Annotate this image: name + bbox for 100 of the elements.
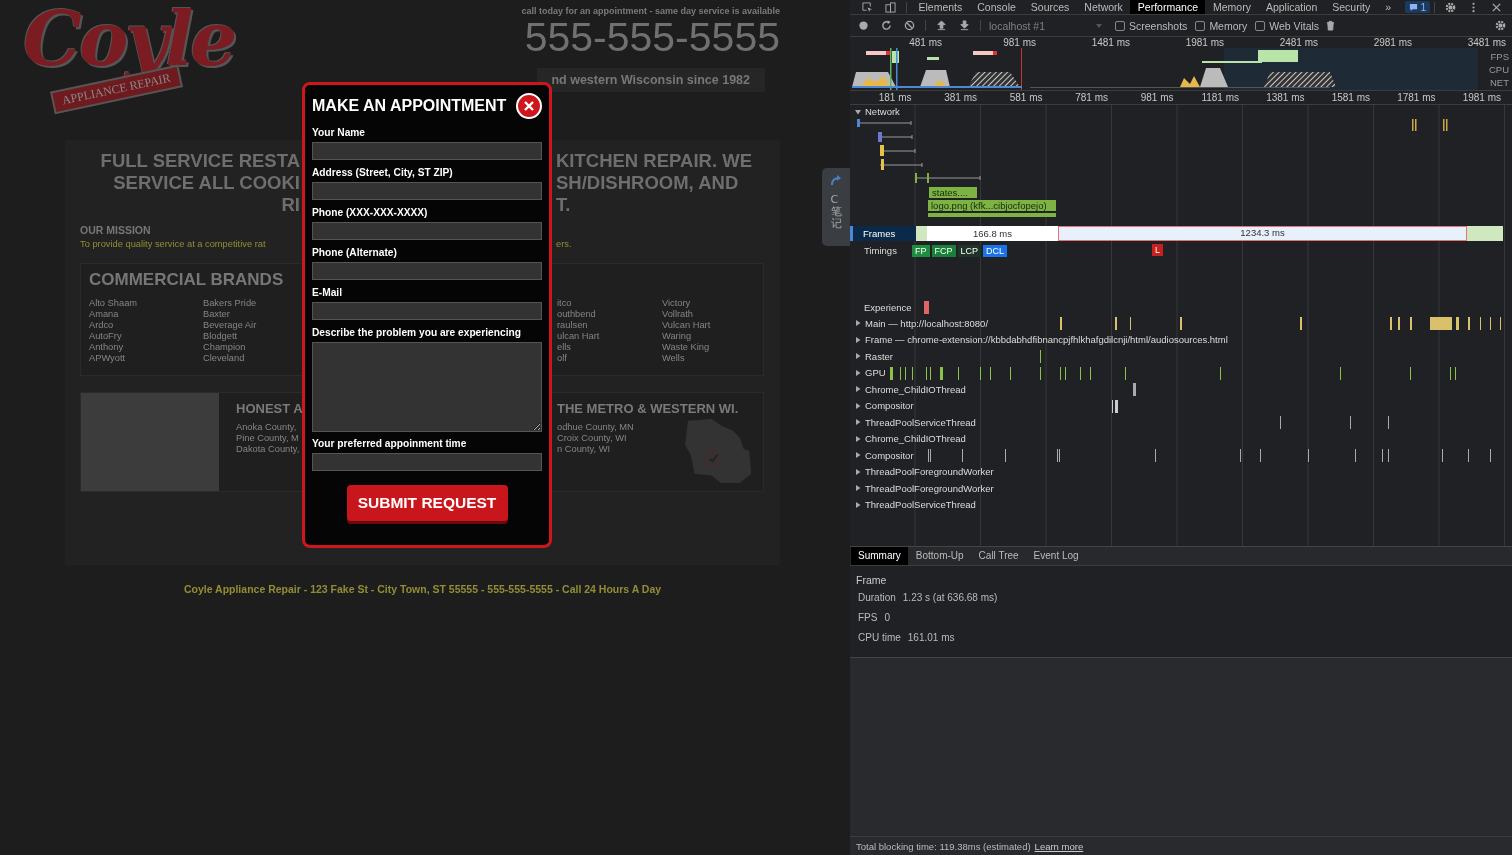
more-tabs-button[interactable]: » bbox=[1377, 0, 1399, 14]
target-dropdown[interactable]: localhost #1 bbox=[985, 19, 1107, 32]
issues-count: 1 bbox=[1420, 1, 1427, 13]
layout-shift-marker[interactable] bbox=[923, 300, 929, 314]
caret-icon[interactable] bbox=[854, 418, 862, 427]
settings-icon[interactable] bbox=[1445, 1, 1457, 13]
field-label: Your preferred appoinment time bbox=[312, 438, 468, 450]
caret-icon[interactable] bbox=[854, 500, 862, 509]
details-tab[interactable]: Bottom-Up bbox=[908, 547, 971, 565]
frame-bar[interactable]: 1234.3 ms bbox=[1058, 226, 1467, 241]
brand-name: Amana bbox=[89, 309, 119, 320]
network-request-bar[interactable]: logo.png (kfk...cibjocfopejo) bbox=[928, 200, 1056, 211]
thread-name[interactable]: ThreadPoolForegroundWorker bbox=[865, 466, 994, 478]
time-label: 2981 ms bbox=[1372, 37, 1413, 48]
panel-tab[interactable]: Security bbox=[1324, 0, 1378, 14]
checkbox[interactable] bbox=[1255, 20, 1266, 31]
timing-marker[interactable]: FP bbox=[912, 244, 930, 257]
checkbox[interactable] bbox=[1195, 20, 1206, 31]
submit-button[interactable]: SUBMIT REQUEST bbox=[346, 485, 508, 521]
input-field[interactable] bbox=[312, 222, 542, 240]
upload-icon[interactable] bbox=[936, 20, 947, 31]
close-button[interactable] bbox=[516, 93, 542, 119]
input-field[interactable] bbox=[312, 182, 542, 200]
headline-text: KITCHEN REPAIR. WE bbox=[556, 150, 753, 172]
input-field[interactable] bbox=[312, 142, 542, 160]
panel-tab[interactable]: Performance bbox=[1130, 0, 1206, 14]
checkbox[interactable] bbox=[1115, 20, 1125, 31]
download-icon[interactable] bbox=[959, 20, 970, 31]
brand-name: Waring bbox=[662, 331, 692, 342]
input-field[interactable] bbox=[312, 453, 542, 471]
caret-icon[interactable] bbox=[854, 368, 862, 377]
close-icon[interactable] bbox=[1491, 1, 1503, 13]
thread-name[interactable]: Chrome_ChildIOThread bbox=[865, 433, 966, 445]
caret-icon[interactable] bbox=[854, 451, 862, 460]
timing-marker[interactable]: LCP bbox=[957, 244, 982, 257]
learn-more-link[interactable]: Learn more bbox=[1034, 840, 1084, 852]
thread-name[interactable]: Chrome_ChildIOThread bbox=[865, 383, 966, 395]
checkbox-label: Web Vitals bbox=[1269, 19, 1320, 32]
details-tab[interactable]: Call Tree bbox=[971, 547, 1026, 565]
clear-icon[interactable] bbox=[904, 20, 915, 31]
summary-value: 0 bbox=[884, 612, 890, 625]
caret-icon[interactable] bbox=[854, 385, 862, 394]
frame-bar[interactable]: 166.8 ms bbox=[927, 226, 1058, 241]
track-name: Experience bbox=[864, 301, 912, 313]
time-label: 1181 ms bbox=[1200, 91, 1240, 104]
brand-name: Alto Shaam bbox=[89, 298, 138, 309]
details-tab[interactable]: Summary bbox=[851, 547, 908, 565]
brand-name: Bakers Pride bbox=[203, 298, 257, 309]
brand-name: raulsen bbox=[557, 320, 588, 331]
county-name: Dakota County, bbox=[236, 444, 300, 455]
time-label: 1581 ms bbox=[1330, 91, 1371, 104]
thread-name[interactable]: Compositor bbox=[865, 400, 914, 412]
thread-name[interactable]: Main — http://localhost:8080/ bbox=[865, 317, 989, 329]
caret-icon[interactable] bbox=[854, 319, 862, 328]
inspect-icon[interactable] bbox=[862, 1, 873, 13]
lane-label: NET bbox=[1490, 76, 1509, 89]
network-request-bar[interactable]: states.... bbox=[929, 187, 977, 198]
trash-icon[interactable] bbox=[1325, 20, 1337, 31]
panel-tab[interactable]: Elements bbox=[911, 0, 970, 14]
thread-name[interactable]: GPU bbox=[865, 367, 886, 379]
panel-tab[interactable]: Memory bbox=[1205, 0, 1259, 14]
caret-icon[interactable] bbox=[854, 335, 862, 344]
thread-name[interactable]: ThreadPoolForegroundWorker bbox=[865, 482, 994, 494]
thread-name[interactable]: Compositor bbox=[865, 449, 914, 461]
settings-icon[interactable] bbox=[1495, 20, 1506, 31]
device-icon[interactable] bbox=[885, 1, 896, 13]
input-field[interactable] bbox=[312, 302, 542, 320]
thread-name[interactable]: Frame — chrome-extension://kbbdabhdfibnancpjfhlkhafgdilcnji/html/audiosources.html bbox=[865, 334, 1228, 346]
details-tab[interactable]: Event Log bbox=[1026, 547, 1086, 565]
caret-icon[interactable] bbox=[854, 401, 862, 410]
phone-number: 555-555-5555 bbox=[524, 17, 780, 58]
caret-icon[interactable] bbox=[854, 434, 862, 443]
thread-name[interactable]: ThreadPoolServiceThread bbox=[865, 416, 976, 428]
caret-icon[interactable] bbox=[854, 484, 862, 493]
input-field[interactable] bbox=[312, 262, 542, 280]
caret-icon[interactable] bbox=[854, 467, 862, 476]
panel-tab[interactable]: Network bbox=[1076, 0, 1131, 14]
reload-icon[interactable] bbox=[881, 20, 892, 31]
timing-marker[interactable]: FCP bbox=[931, 244, 956, 257]
close-icon bbox=[523, 100, 535, 112]
issues-badge[interactable]: 1 bbox=[1404, 1, 1431, 13]
side-tab-label: C笔记 bbox=[830, 194, 842, 231]
thread-name[interactable]: ThreadPoolServiceThread bbox=[865, 499, 976, 511]
status-text: Total blocking time: 119.38ms (estimated) bbox=[856, 840, 1031, 852]
time-label: 381 ms bbox=[943, 91, 978, 104]
timing-marker[interactable]: DCL bbox=[983, 244, 1008, 257]
time-label: 781 ms bbox=[1074, 91, 1109, 104]
county-name: Croix County, WI bbox=[557, 433, 627, 444]
side-tab[interactable]: C笔记 bbox=[822, 168, 850, 246]
record-icon[interactable] bbox=[858, 20, 869, 31]
county-name: n County, WI bbox=[557, 444, 611, 455]
caret-icon[interactable] bbox=[854, 352, 862, 361]
brand-name: itco bbox=[557, 298, 572, 309]
time-label: 181 ms bbox=[877, 91, 913, 104]
thread-name[interactable]: Raster bbox=[865, 350, 893, 362]
caret-icon[interactable] bbox=[854, 107, 862, 116]
panel-tab[interactable]: Sources bbox=[1023, 0, 1077, 14]
panel-tab[interactable]: Application bbox=[1258, 0, 1325, 14]
panel-tab[interactable]: Console bbox=[969, 0, 1024, 14]
timing-marker[interactable]: L bbox=[1152, 244, 1163, 256]
